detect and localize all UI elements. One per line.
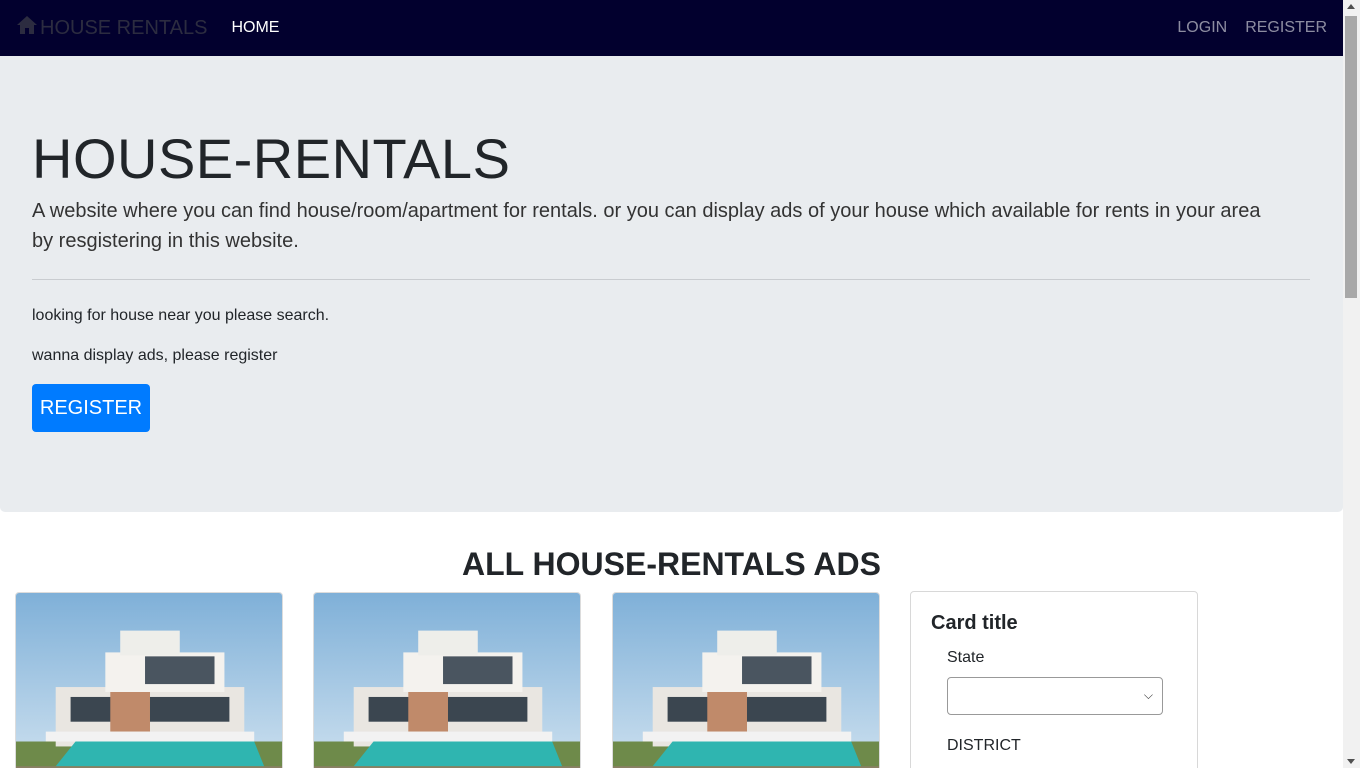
hero-title: HOUSE-RENTALS	[32, 127, 511, 190]
house-image	[613, 593, 879, 768]
chevron-down-icon: ⌵	[1143, 688, 1153, 702]
house-ad-card[interactable]	[313, 592, 581, 768]
state-label: State	[947, 649, 985, 666]
hero-lead: A website where you can find house/room/…	[32, 200, 1261, 252]
hero-register-button[interactable]: REGISTER	[32, 384, 150, 432]
search-filter-card: Card title State ⌵ DISTRICT	[910, 591, 1198, 768]
top-navbar: HOUSE RENTALS HOME LOGIN REGISTER	[0, 0, 1343, 56]
brand-link[interactable]: HOUSE RENTALS	[16, 15, 207, 41]
scroll-down-icon[interactable]	[1347, 759, 1355, 764]
hero-divider	[32, 279, 1310, 280]
district-label: DISTRICT	[947, 737, 1021, 754]
nav-home-link[interactable]: HOME	[231, 19, 279, 37]
nav-login-link[interactable]: LOGIN	[1177, 19, 1227, 37]
scroll-up-icon[interactable]	[1347, 4, 1355, 9]
filter-card-title: Card title	[931, 612, 1018, 634]
hero-search-text: looking for house near you please search…	[32, 307, 330, 324]
house-image	[314, 593, 580, 768]
nav-right-group: LOGIN REGISTER	[1159, 19, 1327, 37]
ads-heading: ALL HOUSE-RENTALS ADS	[462, 546, 881, 582]
page-scrollbar[interactable]	[1343, 0, 1360, 768]
house-ad-card[interactable]	[612, 592, 880, 768]
hero-register-text: wanna display ads, please register	[32, 347, 278, 364]
hero-jumbotron: HOUSE-RENTALS A website where you can fi…	[0, 56, 1343, 512]
brand-label: HOUSE RENTALS	[40, 16, 208, 39]
house-image	[16, 593, 282, 768]
house-ad-card[interactable]	[15, 592, 283, 768]
home-icon	[16, 15, 40, 41]
state-select[interactable]: ⌵	[947, 677, 1163, 715]
nav-register-link[interactable]: REGISTER	[1245, 19, 1327, 37]
scrollbar-thumb[interactable]	[1345, 16, 1357, 298]
